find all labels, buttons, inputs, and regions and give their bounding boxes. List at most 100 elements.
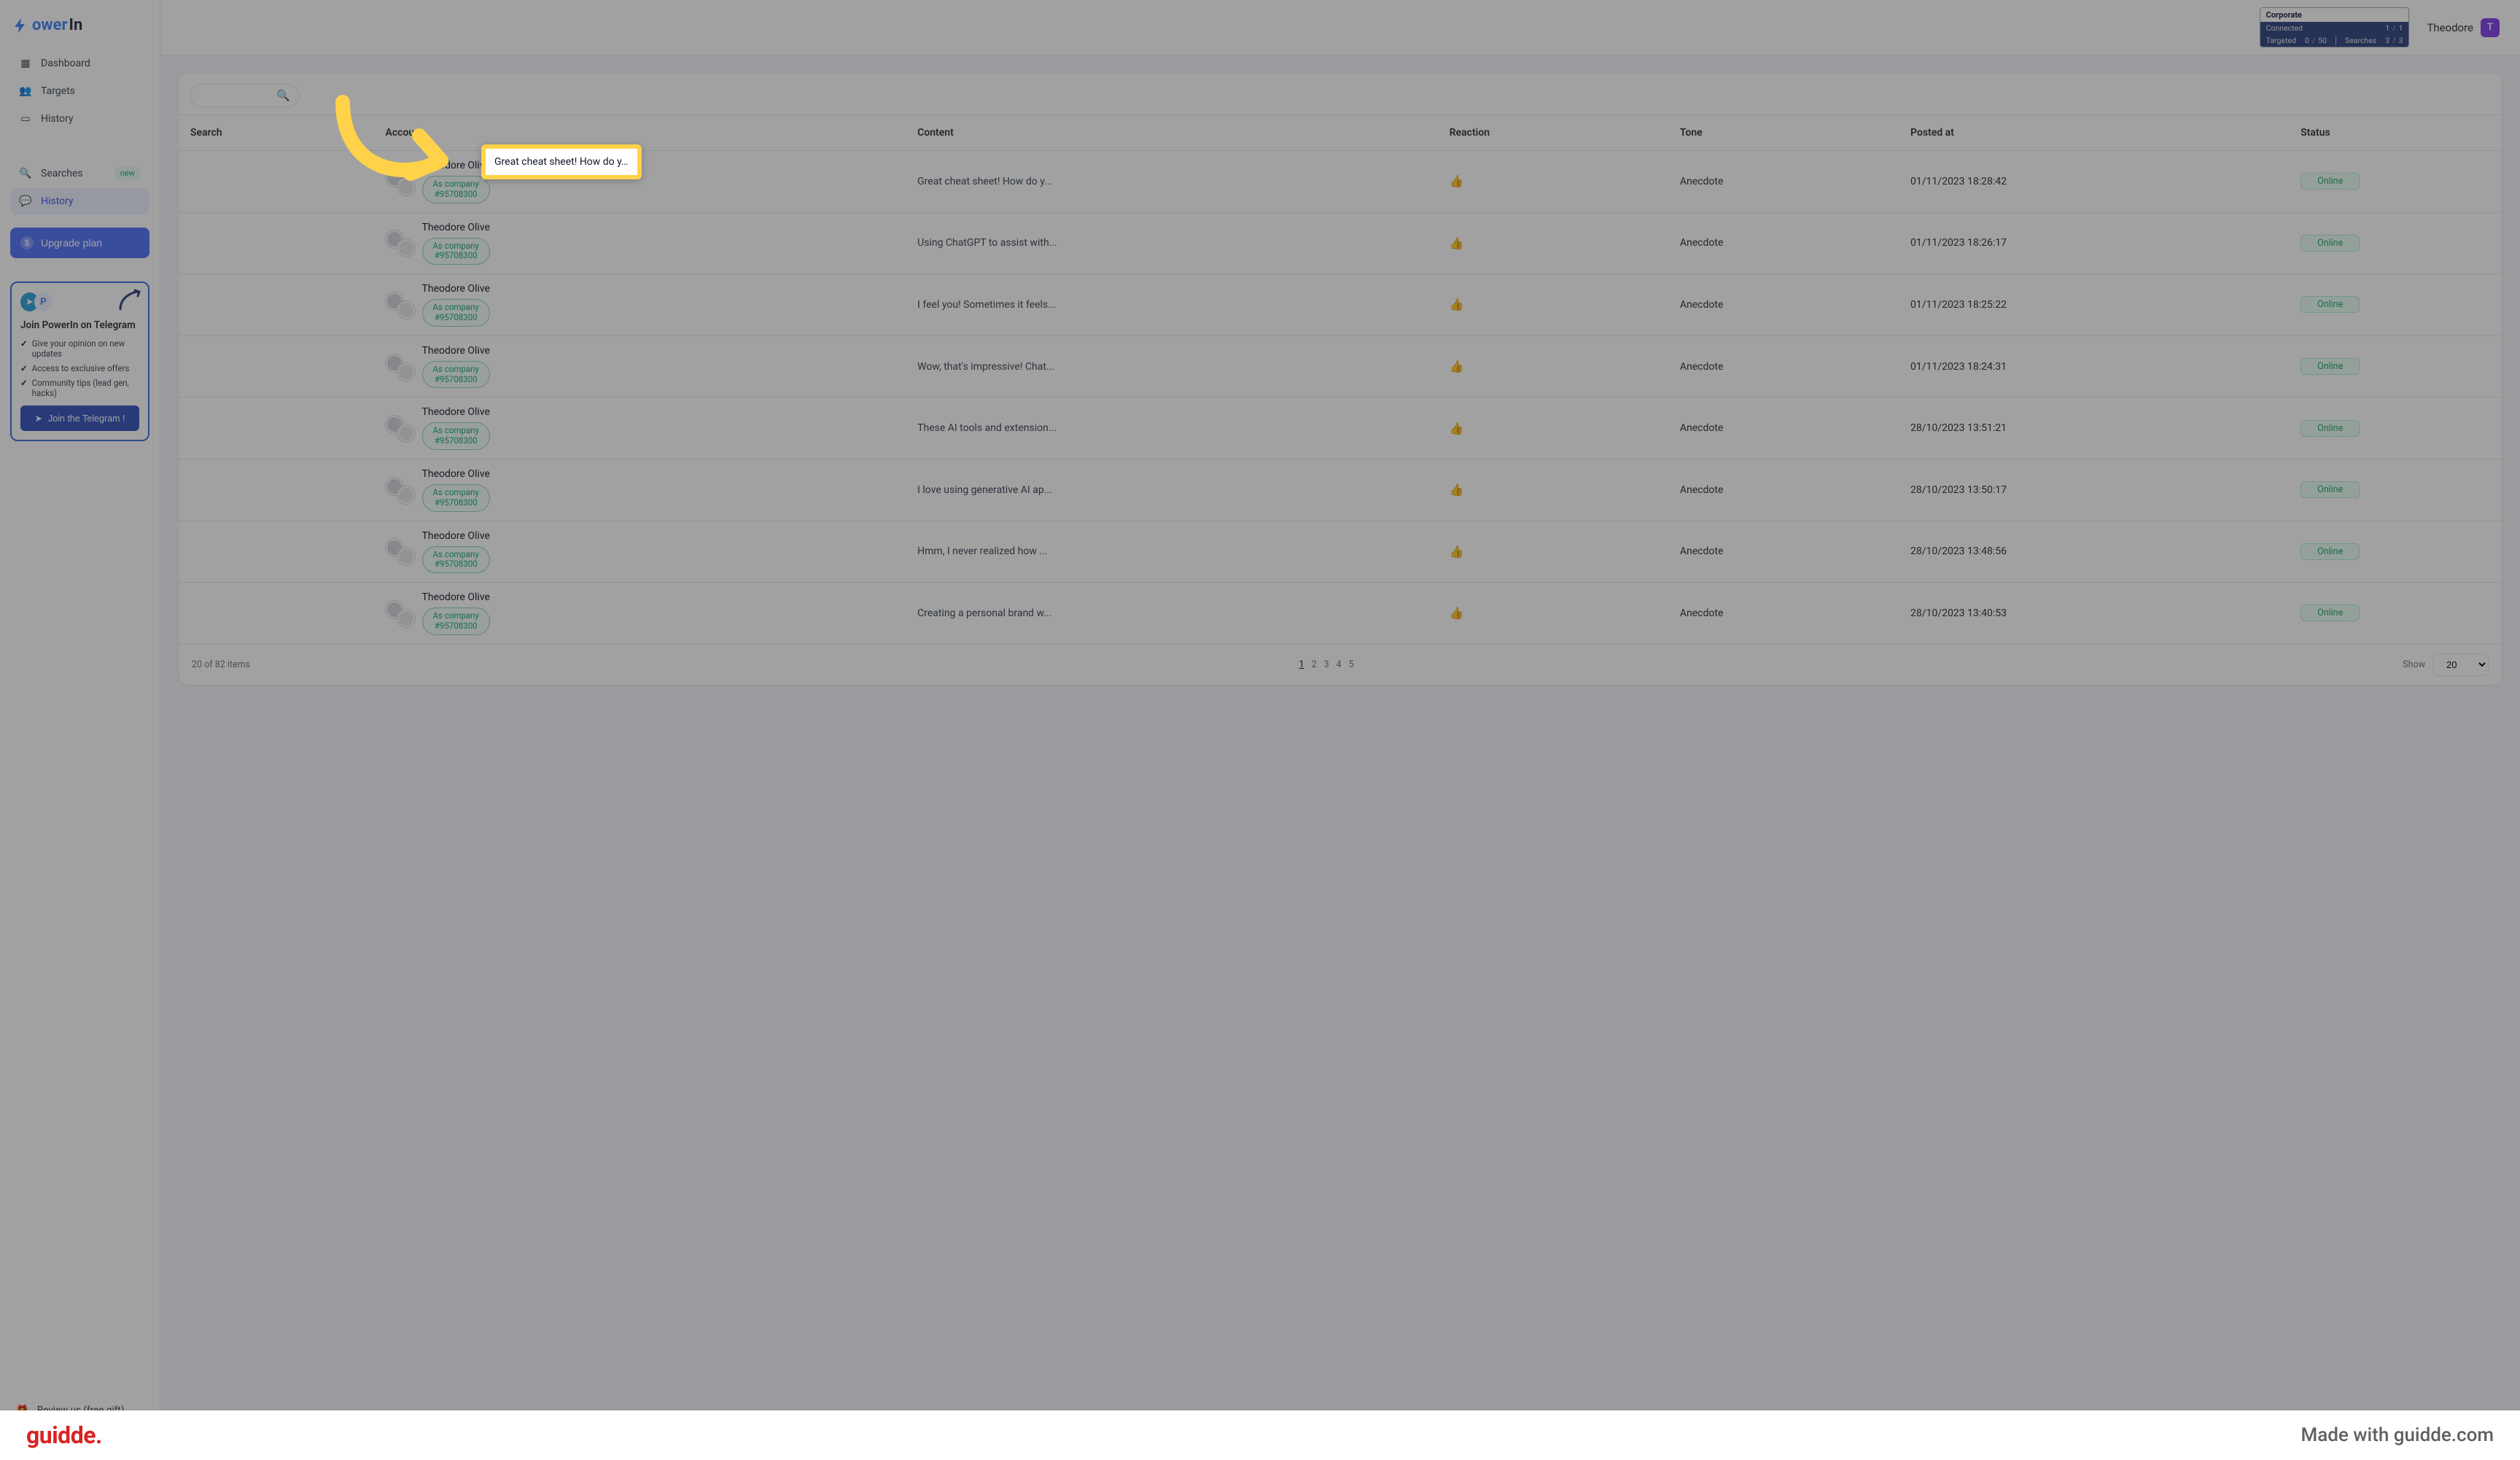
- cell-status: Online: [2289, 274, 2502, 336]
- cell-tone: Anecdote: [1668, 397, 1899, 459]
- nav-history-active[interactable]: 💬 History: [10, 188, 149, 214]
- telegram-logo-cluster: ➤ P: [20, 292, 52, 312]
- cell-reaction: 👍: [1438, 397, 1668, 459]
- avatar-icon: [397, 178, 415, 195]
- account-name: Theodore Olive: [422, 160, 490, 171]
- cell-status: Online: [2289, 151, 2502, 213]
- cell-search: [179, 151, 374, 213]
- page-size: Show 20: [2403, 653, 2489, 676]
- cell-tone: Anecdote: [1668, 521, 1899, 583]
- cell-status: Online: [2289, 335, 2502, 397]
- nav-group-main: ▦ Dashboard 👥 Targets ▭ History: [10, 50, 149, 132]
- search-icon: 🔍: [276, 89, 290, 102]
- thumbs-up-icon: 👍: [1450, 236, 1464, 250]
- page-1[interactable]: 1: [1299, 659, 1304, 670]
- powerin-mini-icon: P: [34, 292, 52, 311]
- col-status[interactable]: Status: [2289, 115, 2502, 151]
- status-badge: Online: [2301, 605, 2360, 621]
- highlight-text: Great cheat sheet! How do y...: [494, 156, 629, 168]
- thumbs-up-icon: 👍: [1450, 606, 1464, 620]
- cell-reaction: 👍: [1438, 459, 1668, 521]
- cell-account: Theodore Olive As company#95708300: [374, 583, 906, 645]
- table-footer: 20 of 82 items 1 2 3 4 5 Show 20: [179, 645, 2502, 685]
- account-company-pill: As company#95708300: [422, 546, 490, 574]
- status-badge: Online: [2301, 543, 2360, 560]
- item-count: 20 of 82 items: [192, 659, 250, 670]
- page-4[interactable]: 4: [1337, 659, 1342, 670]
- nav-dashboard[interactable]: ▦ Dashboard: [10, 50, 149, 77]
- telegram-title: Join PowerIn on Telegram: [20, 319, 139, 331]
- cell-tone: Anecdote: [1668, 151, 1899, 213]
- col-tone[interactable]: Tone: [1668, 115, 1899, 151]
- avatar-stack: [386, 539, 415, 564]
- account-company-pill: As company#95708300: [422, 299, 490, 327]
- upgrade-label: Upgrade plan: [41, 237, 102, 249]
- cell-posted: 28/10/2023 13:48:56: [1899, 521, 2289, 583]
- nav-searches[interactable]: 🔍 Searches new: [10, 160, 149, 187]
- cell-tone: Anecdote: [1668, 274, 1899, 336]
- highlight-callout: Great cheat sheet! How do y...: [481, 144, 642, 179]
- table-row[interactable]: Theodore Olive As company#95708300 These…: [179, 397, 2502, 459]
- avatar-icon: [397, 548, 415, 565]
- page-5[interactable]: 5: [1349, 659, 1354, 670]
- table-row[interactable]: Theodore Olive As company#95708300 Using…: [179, 212, 2502, 274]
- account-name: Theodore Olive: [422, 530, 490, 542]
- search-nav-icon: 🔍: [19, 168, 32, 179]
- account-name: Theodore Olive: [422, 283, 490, 295]
- plan-row-connected: Connected 1/1: [2260, 22, 2409, 34]
- cell-search: [179, 212, 374, 274]
- check-icon: ✓: [20, 363, 28, 373]
- nav-label: Searches: [41, 168, 83, 179]
- cell-account: Theodore Olive As company#95708300: [374, 274, 906, 336]
- table-row[interactable]: Theodore Olive As company#95708300 Creat…: [179, 583, 2502, 645]
- upgrade-plan-button[interactable]: $ Upgrade plan: [10, 228, 149, 258]
- table-row[interactable]: Theodore Olive As company#95708300 I fee…: [179, 274, 2502, 336]
- cell-content: I feel you! Sometimes it feels...: [906, 274, 1438, 336]
- page-3[interactable]: 3: [1324, 659, 1329, 670]
- nav-label: History: [41, 113, 74, 125]
- nav-history[interactable]: ▭ History: [10, 106, 149, 132]
- user-block[interactable]: Theodore T: [2427, 18, 2500, 37]
- col-reaction[interactable]: Reaction: [1438, 115, 1668, 151]
- cell-status: Online: [2289, 459, 2502, 521]
- film-icon: ▭: [19, 113, 32, 125]
- plan-box: Corporate Connected 1/1 Targeted 0/50 Se…: [2260, 7, 2410, 47]
- join-telegram-button[interactable]: ➤ Join the Telegram !: [20, 405, 139, 431]
- cell-account: Theodore Olive As company#95708300: [374, 335, 906, 397]
- thumbs-up-icon: 👍: [1450, 483, 1464, 497]
- avatar-stack: [386, 416, 415, 440]
- cell-search: [179, 397, 374, 459]
- thumbs-up-icon: 👍: [1450, 298, 1464, 311]
- cell-search: [179, 583, 374, 645]
- thumbs-up-icon: 👍: [1450, 422, 1464, 435]
- status-badge: Online: [2301, 481, 2360, 498]
- thumbs-up-icon: 👍: [1450, 174, 1464, 188]
- cell-account: Theodore Olive As company#95708300: [374, 459, 906, 521]
- cell-search: [179, 335, 374, 397]
- nav-label: History: [41, 195, 74, 207]
- sidebar: owerIn ▦ Dashboard 👥 Targets ▭ History 🔍…: [0, 0, 160, 1460]
- account-name: Theodore Olive: [422, 468, 490, 480]
- nav-targets[interactable]: 👥 Targets: [10, 78, 149, 104]
- chat-icon: 💬: [19, 195, 32, 207]
- page-size-select[interactable]: 20: [2432, 653, 2489, 676]
- page-2[interactable]: 2: [1312, 659, 1317, 670]
- status-badge: Online: [2301, 296, 2360, 313]
- col-search[interactable]: Search: [179, 115, 374, 151]
- table-row[interactable]: Theodore Olive As company#95708300 Hmm, …: [179, 521, 2502, 583]
- table-row[interactable]: Theodore Olive As company#95708300 I lov…: [179, 459, 2502, 521]
- table-row[interactable]: Theodore Olive As company#95708300 Wow, …: [179, 335, 2502, 397]
- table-search-input[interactable]: 🔍: [190, 84, 300, 107]
- cell-posted: 01/11/2023 18:28:42: [1899, 151, 2289, 213]
- col-content[interactable]: Content: [906, 115, 1438, 151]
- nav-group-secondary: 🔍 Searches new 💬 History: [10, 160, 149, 214]
- cell-reaction: 👍: [1438, 151, 1668, 213]
- show-label: Show: [2403, 659, 2425, 670]
- account-company-pill: As company#95708300: [422, 422, 490, 450]
- bolt-icon: [12, 17, 29, 34]
- col-posted[interactable]: Posted at: [1899, 115, 2289, 151]
- status-badge: Online: [2301, 173, 2360, 190]
- cell-tone: Anecdote: [1668, 583, 1899, 645]
- cell-posted: 28/10/2023 13:40:53: [1899, 583, 2289, 645]
- user-name: Theodore: [2427, 21, 2473, 34]
